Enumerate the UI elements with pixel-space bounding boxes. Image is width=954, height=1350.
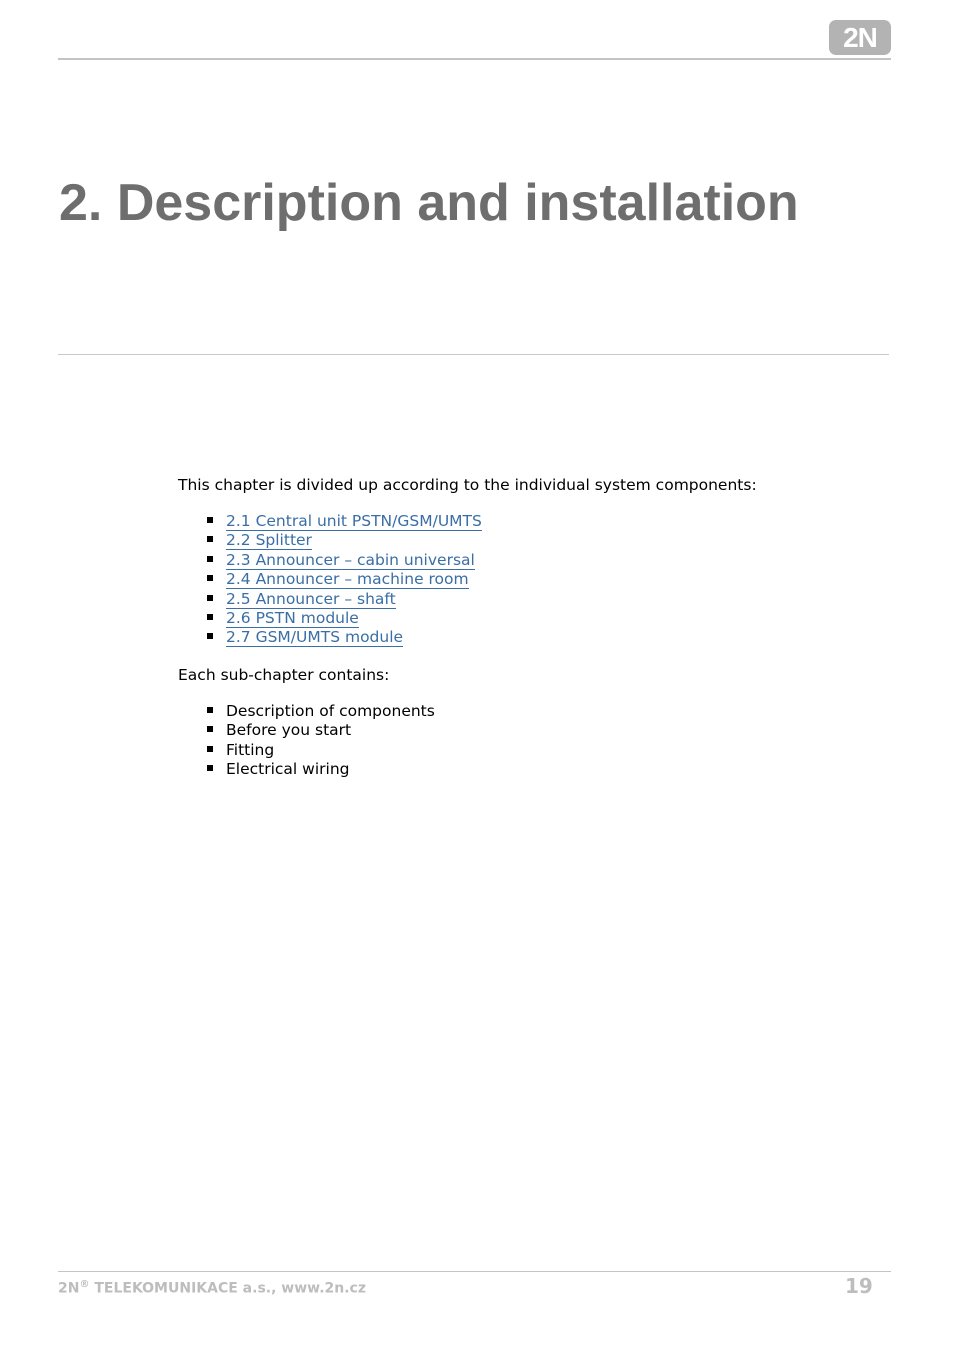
registered-mark: ® — [79, 1279, 90, 1290]
section-link-2-1[interactable]: 2.1 Central unit PSTN/GSM/UMTS — [226, 512, 482, 531]
chapter-title: 2. Description and installation — [59, 174, 799, 232]
list-item: Fitting — [207, 741, 878, 760]
subchapter-contents-list: Description of components Before you sta… — [178, 702, 878, 780]
list-item: Electrical wiring — [207, 760, 878, 779]
section-link-2-2[interactable]: 2.2 Splitter — [226, 531, 312, 551]
footer-divider — [58, 1271, 891, 1272]
header-divider — [58, 58, 891, 60]
subchapter-text: Each sub-chapter contains: — [178, 665, 390, 684]
list-item: Description of components — [207, 702, 878, 721]
logo-text: 2N — [843, 21, 878, 53]
footer-brand: 2N — [58, 1280, 80, 1297]
list-item: 2.6 PSTN module — [207, 609, 878, 629]
section-link-2-6[interactable]: 2.6 PSTN module — [226, 609, 359, 629]
list-item: 2.4 Announcer – machine room — [207, 570, 878, 590]
list-item: 2.5 Announcer – shaft — [207, 589, 878, 609]
footer-company: 2N® TELEKOMUNIKACE a.s., www.2n.cz — [58, 1279, 366, 1297]
brand-logo: 2N — [829, 20, 891, 55]
section-link-2-7[interactable]: 2.7 GSM/UMTS module — [226, 628, 404, 648]
list-item: 2.7 GSM/UMTS module — [207, 628, 878, 648]
section-link-list: 2.1 Central unit PSTN/GSM/UMTS 2.2 Split… — [178, 512, 878, 648]
footer-company-text: TELEKOMUNIKACE a.s., www.2n.cz — [89, 1280, 366, 1297]
list-item: 2.3 Announcer – cabin universal — [207, 550, 878, 570]
intro-text: This chapter is divided up according to … — [178, 476, 757, 494]
chapter-body: This chapter is divided up according to … — [178, 475, 878, 796]
page-number: 19 — [845, 1274, 873, 1298]
section-link-2-4[interactable]: 2.4 Announcer – machine room — [226, 570, 469, 590]
list-item: 2.1 Central unit PSTN/GSM/UMTS — [207, 512, 878, 531]
list-item: 2.2 Splitter — [207, 531, 878, 551]
section-link-2-5[interactable]: 2.5 Announcer – shaft — [226, 589, 396, 609]
section-link-2-3[interactable]: 2.3 Announcer – cabin universal — [226, 550, 475, 570]
list-item: Before you start — [207, 721, 878, 740]
title-divider — [58, 354, 889, 355]
